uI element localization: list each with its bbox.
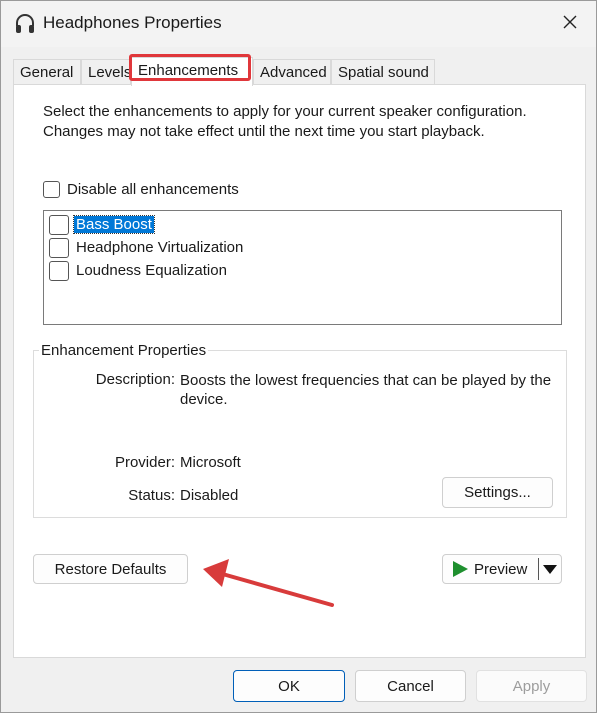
list-item-loudness-equalization[interactable]: Loudness Equalization bbox=[49, 260, 229, 281]
tab-general[interactable]: General bbox=[13, 59, 81, 85]
restore-defaults-button[interactable]: Restore Defaults bbox=[33, 554, 188, 584]
ok-button[interactable]: OK bbox=[233, 670, 345, 702]
headphones-icon bbox=[15, 13, 35, 35]
properties-dialog: Headphones Properties General Levels Enh… bbox=[0, 0, 597, 713]
bass-boost-label: Bass Boost bbox=[73, 215, 155, 234]
disable-all-checkbox[interactable] bbox=[43, 181, 60, 198]
description-label: Description: bbox=[95, 371, 175, 388]
disable-all-label: Disable all enhancements bbox=[67, 181, 239, 198]
preview-split-button: Preview bbox=[442, 554, 562, 584]
disable-all-row[interactable]: Disable all enhancements bbox=[43, 181, 239, 198]
status-label: Status: bbox=[128, 487, 175, 504]
chevron-down-icon bbox=[543, 564, 557, 574]
tab-levels[interactable]: Levels bbox=[81, 59, 131, 85]
list-item-headphone-virtualization[interactable]: Headphone Virtualization bbox=[49, 237, 245, 258]
settings-button[interactable]: Settings... bbox=[442, 477, 553, 508]
preview-button[interactable]: Preview bbox=[443, 555, 537, 583]
enhancement-properties-title: Enhancement Properties bbox=[39, 342, 209, 359]
close-button[interactable] bbox=[544, 1, 596, 47]
provider-label: Provider: bbox=[114, 454, 175, 471]
bass-boost-checkbox[interactable] bbox=[49, 214, 69, 235]
tab-spatial-sound[interactable]: Spatial sound bbox=[331, 59, 435, 85]
provider-value: Microsoft bbox=[180, 454, 241, 471]
apply-button[interactable]: Apply bbox=[476, 670, 587, 702]
list-item-bass-boost[interactable]: Bass Boost bbox=[49, 214, 155, 235]
loudness-equalization-label: Loudness Equalization bbox=[76, 262, 227, 279]
status-value: Disabled bbox=[180, 487, 239, 504]
title-bar: Headphones Properties bbox=[1, 1, 596, 47]
headphone-virtualization-label: Headphone Virtualization bbox=[76, 239, 244, 256]
tab-advanced[interactable]: Advanced bbox=[253, 59, 331, 85]
tab-enhancements[interactable]: Enhancements bbox=[131, 57, 253, 86]
play-icon bbox=[452, 561, 468, 577]
window-title: Headphones Properties bbox=[43, 13, 222, 32]
loudness-equalization-checkbox[interactable] bbox=[49, 260, 69, 281]
intro-text: Select the enhancements to apply for you… bbox=[43, 103, 527, 140]
preview-label: Preview bbox=[474, 560, 528, 578]
description-value: Boosts the lowest frequencies that can b… bbox=[180, 372, 552, 408]
cancel-button[interactable]: Cancel bbox=[355, 670, 466, 702]
enhancements-list[interactable]: Bass Boost Headphone Virtualization Loud… bbox=[43, 210, 562, 325]
headphone-virtualization-checkbox[interactable] bbox=[49, 237, 69, 258]
preview-dropdown-button[interactable] bbox=[539, 555, 561, 583]
close-icon bbox=[562, 14, 578, 34]
